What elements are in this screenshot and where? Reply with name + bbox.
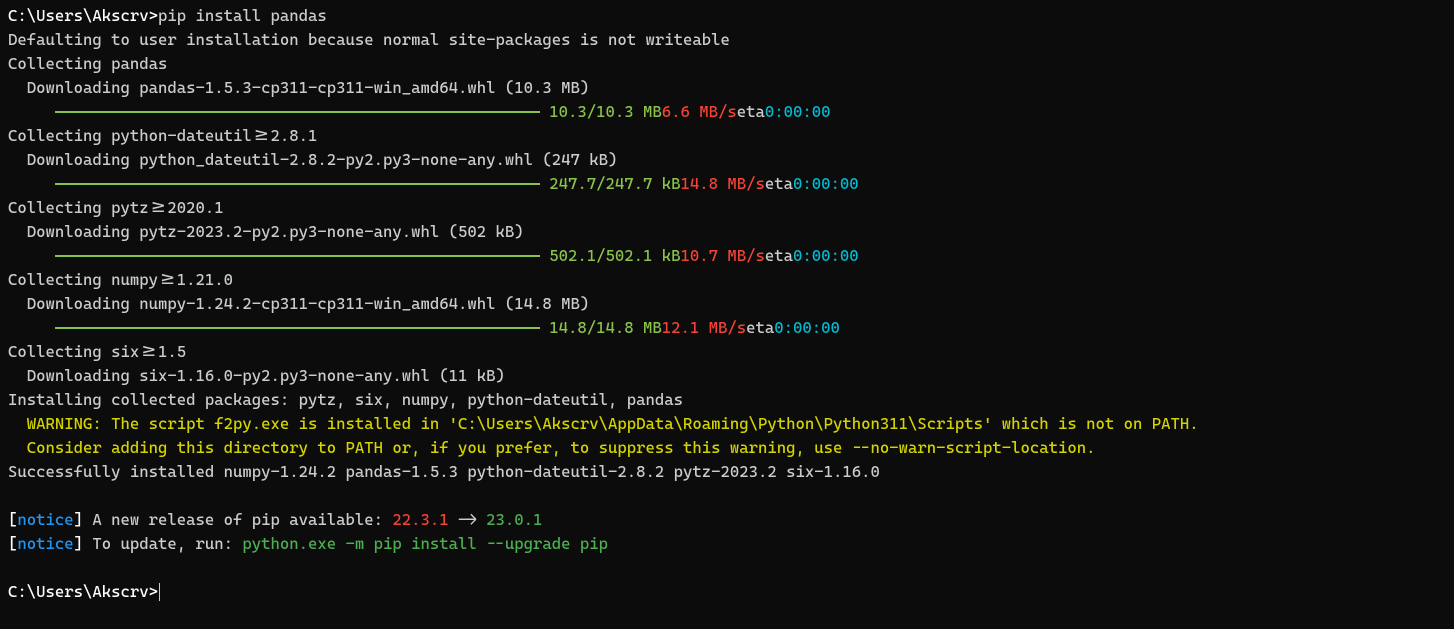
- collecting-line: Collecting pytz>=2020.1: [8, 196, 1446, 220]
- progress-line: 10.3/10.3 MB 6.6 MB/s eta 0:00:00: [8, 100, 1446, 124]
- old-version: 22.3.1: [392, 510, 448, 529]
- progress-speed: 6.6 MB/s: [662, 100, 737, 124]
- warning-line: Consider adding this directory to PATH o…: [8, 436, 1446, 460]
- prompt-line[interactable]: C:\Users\Akscrv>: [8, 580, 1446, 604]
- notice-line: [notice] A new release of pip available:…: [8, 508, 1446, 532]
- arrow: ->: [449, 510, 487, 529]
- update-command: python.exe -m pip install --upgrade pip: [242, 534, 608, 553]
- success-line: Successfully installed numpy-1.24.2 pand…: [8, 460, 1446, 484]
- bracket: [: [8, 510, 17, 529]
- progress-line: 14.8/14.8 MB 12.1 MB/s eta 0:00:00: [8, 316, 1446, 340]
- notice-label: notice: [17, 534, 73, 553]
- eta-value: 0:00:00: [793, 172, 859, 196]
- downloading-line: Downloading pandas-1.5.3-cp311-cp311-win…: [8, 76, 1446, 100]
- eta-label: eta: [737, 100, 765, 124]
- output-line: Defaulting to user installation because …: [8, 28, 1446, 52]
- progress-size: 247.7/247.7 kB: [549, 172, 680, 196]
- notice-text: A new release of pip available:: [83, 510, 392, 529]
- progress-bar: [55, 111, 540, 113]
- progress-bar: [55, 183, 540, 185]
- warning-line: WARNING: The script f2py.exe is installe…: [8, 412, 1446, 436]
- progress-line: 247.7/247.7 kB 14.8 MB/s eta 0:00:00: [8, 172, 1446, 196]
- cursor-icon: [159, 583, 160, 601]
- progress-bar: [55, 255, 540, 257]
- progress-size: 10.3/10.3 MB: [549, 100, 662, 124]
- progress-size: 502.1/502.1 kB: [549, 244, 680, 268]
- progress-bar: [55, 327, 540, 329]
- eta-value: 0:00:00: [774, 316, 840, 340]
- progress-speed: 14.8 MB/s: [681, 172, 765, 196]
- collecting-line: Collecting pandas: [8, 52, 1446, 76]
- terminal-output[interactable]: C:\Users\Akscrv>pip install pandas Defau…: [8, 4, 1446, 604]
- progress-speed: 10.7 MB/s: [681, 244, 765, 268]
- new-version: 23.0.1: [486, 510, 542, 529]
- downloading-line: Downloading numpy-1.24.2-cp311-cp311-win…: [8, 292, 1446, 316]
- progress-size: 14.8/14.8 MB: [549, 316, 662, 340]
- collecting-line: Collecting six>=1.5: [8, 340, 1446, 364]
- installing-line: Installing collected packages: pytz, six…: [8, 388, 1446, 412]
- progress-speed: 12.1 MB/s: [662, 316, 746, 340]
- downloading-line: Downloading pytz-2023.2-py2.py3-none-any…: [8, 220, 1446, 244]
- blank-line: [8, 556, 1446, 580]
- command-line: C:\Users\Akscrv>pip install pandas: [8, 4, 1446, 28]
- eta-value: 0:00:00: [793, 244, 859, 268]
- bracket: ]: [74, 534, 83, 553]
- prompt: C:\Users\Akscrv>: [8, 582, 158, 601]
- command-text: pip install pandas: [158, 6, 327, 25]
- eta-label: eta: [765, 172, 793, 196]
- downloading-line: Downloading six-1.16.0-py2.py3-none-any.…: [8, 364, 1446, 388]
- prompt: C:\Users\Akscrv>: [8, 6, 158, 25]
- blank-line: [8, 484, 1446, 508]
- collecting-line: Collecting python-dateutil>=2.8.1: [8, 124, 1446, 148]
- eta-label: eta: [746, 316, 774, 340]
- eta-value: 0:00:00: [765, 100, 831, 124]
- bracket: [: [8, 534, 17, 553]
- collecting-line: Collecting numpy>=1.21.0: [8, 268, 1446, 292]
- notice-line: [notice] To update, run: python.exe -m p…: [8, 532, 1446, 556]
- downloading-line: Downloading python_dateutil-2.8.2-py2.py…: [8, 148, 1446, 172]
- notice-label: notice: [17, 510, 73, 529]
- eta-label: eta: [765, 244, 793, 268]
- progress-line: 502.1/502.1 kB 10.7 MB/s eta 0:00:00: [8, 244, 1446, 268]
- notice-text: To update, run:: [83, 534, 242, 553]
- bracket: ]: [74, 510, 83, 529]
